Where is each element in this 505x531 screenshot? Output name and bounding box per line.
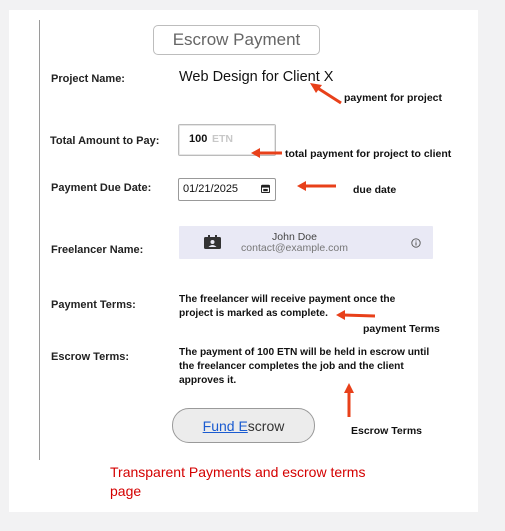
due-date-label: Payment Due Date: bbox=[51, 182, 152, 194]
annotation-arrow-amount bbox=[251, 148, 282, 158]
annotation-arrow-payment-terms bbox=[336, 310, 376, 320]
annotation-arrow-project bbox=[310, 83, 342, 105]
contact-card-icon bbox=[204, 235, 221, 249]
annotation-escrow-terms: Escrow Terms bbox=[351, 425, 423, 437]
freelancer-email: contact@example.com bbox=[241, 242, 348, 254]
escrow-terms-line: the freelancer completes the job and the… bbox=[179, 361, 404, 372]
amount-label: Total Amount to Pay: bbox=[50, 135, 160, 147]
escrow-terms-line: The payment of 100 ETN will be held in e… bbox=[179, 347, 430, 358]
vertical-divider bbox=[39, 20, 40, 460]
escrow-terms-line: approves it. bbox=[179, 375, 237, 386]
payment-terms-label: Payment Terms: bbox=[51, 299, 136, 311]
annotation-due: due date bbox=[353, 184, 397, 196]
info-icon[interactable] bbox=[411, 238, 421, 248]
escrow-terms-text: The payment of 100 ETN will be held in e… bbox=[179, 346, 429, 388]
annotation-project: payment for project bbox=[344, 92, 443, 104]
amount-unit: ETN bbox=[212, 133, 233, 145]
escrow-terms-label: Escrow Terms: bbox=[51, 351, 130, 363]
due-date-value: 01/21/2025 bbox=[183, 183, 239, 195]
payment-terms-line: The freelancer will receive payment once… bbox=[179, 294, 396, 305]
annotation-amount: total payment for project to client bbox=[285, 148, 452, 160]
annotation-arrow-escrow-terms bbox=[344, 383, 354, 417]
page-title: Escrow Payment bbox=[153, 25, 320, 55]
fund-escrow-label-rest: scrow bbox=[247, 417, 285, 434]
calendar-icon[interactable] bbox=[261, 184, 270, 193]
annotation-payment-terms: payment Terms bbox=[363, 323, 440, 335]
project-name-label: Project Name: bbox=[51, 73, 125, 85]
caption-line: page bbox=[110, 483, 142, 499]
annotation-arrow-due bbox=[297, 181, 336, 191]
fund-escrow-button[interactable]: Fund Escrow bbox=[172, 408, 315, 443]
fund-escrow-link[interactable]: Fund E bbox=[203, 418, 248, 434]
due-date-input[interactable]: 01/21/2025 bbox=[178, 178, 276, 201]
amount-value: 100 bbox=[189, 133, 208, 145]
freelancer-label: Freelancer Name: bbox=[51, 244, 144, 256]
page-caption: Transparent Payments and escrow terms pa… bbox=[110, 463, 400, 501]
caption-line: Transparent Payments and escrow terms bbox=[110, 464, 366, 480]
freelancer-card[interactable]: John Doe contact@example.com bbox=[179, 226, 433, 259]
